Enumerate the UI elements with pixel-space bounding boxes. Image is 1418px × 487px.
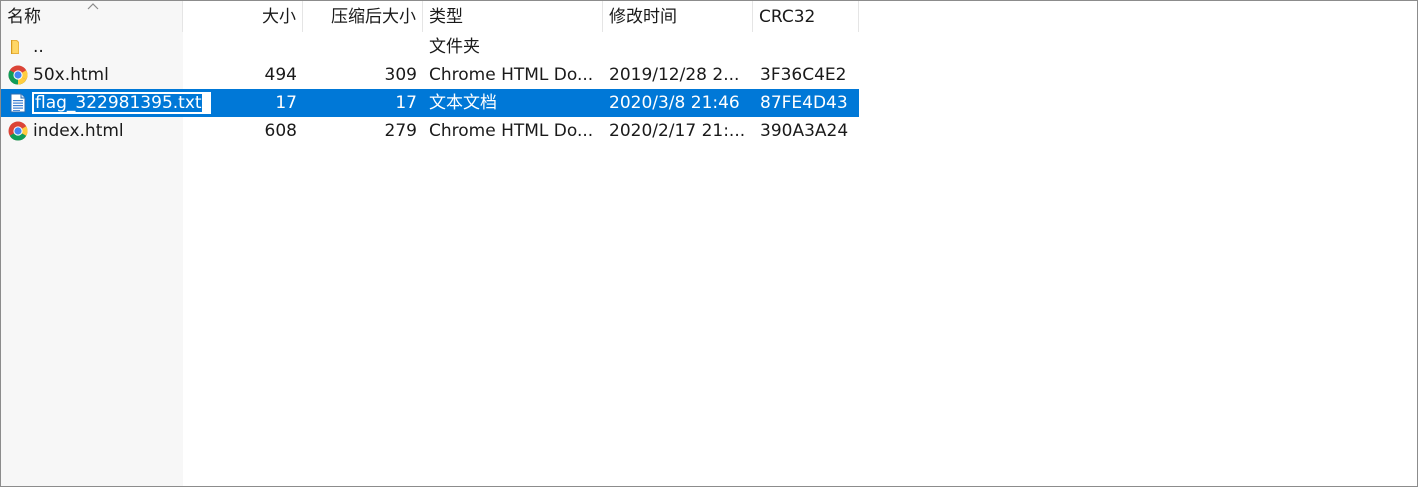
chrome-icon [8, 121, 28, 141]
file-name: index.html [33, 121, 124, 141]
column-header-crc32[interactable]: CRC32 [753, 1, 859, 32]
column-header-bar: 名称 大小 压缩后大小 类型 修改时间 CRC32 [1, 1, 859, 32]
file-type: 文件夹 [429, 37, 480, 57]
file-name: .. [33, 37, 44, 57]
file-size: 17 [275, 93, 297, 113]
file-packed-size: 279 [384, 121, 417, 141]
file-packed-size: 309 [384, 65, 417, 85]
file-name: 50x.html [33, 65, 109, 85]
column-header-name-label: 名称 [7, 7, 41, 27]
chrome-icon [8, 65, 28, 85]
file-size: 608 [264, 121, 297, 141]
column-header-packed-size-label: 压缩后大小 [331, 7, 416, 27]
column-header-modified[interactable]: 修改时间 [603, 1, 753, 32]
column-header-size-label: 大小 [262, 7, 296, 27]
file-modified: 2020/2/17 21:... [609, 121, 746, 141]
file-type: Chrome HTML Do... [429, 121, 594, 141]
rename-input-selected-text: flag_322981395.txt [34, 94, 202, 112]
column-header-type-label: 类型 [429, 7, 463, 27]
column-header-name[interactable]: 名称 [1, 1, 183, 32]
column-header-size[interactable]: 大小 [183, 1, 303, 32]
file-crc32: 87FE4D43 [760, 93, 848, 113]
file-size: 494 [264, 65, 297, 85]
file-list-view[interactable]: 名称 大小 压缩后大小 类型 修改时间 CRC32 .. 文件夹 50x.htm… [0, 0, 1418, 487]
file-type: 文本文档 [429, 93, 497, 113]
text-file-icon [10, 93, 26, 113]
file-modified: 2020/3/8 21:46 [609, 93, 740, 113]
file-row[interactable]: index.html 608 279 Chrome HTML Do... 202… [1, 117, 859, 145]
column-header-crc32-label: CRC32 [759, 7, 816, 27]
column-header-type[interactable]: 类型 [423, 1, 603, 32]
sort-ascending-icon [87, 3, 99, 10]
file-modified: 2019/12/28 2... [609, 65, 740, 85]
file-row-selected[interactable]: flag_322981395.txt 17 17 文本文档 2020/3/8 2… [1, 89, 859, 117]
file-packed-size: 17 [395, 93, 417, 113]
file-modified [609, 33, 751, 61]
file-row[interactable]: 50x.html 494 309 Chrome HTML Do... 2019/… [1, 61, 859, 89]
file-crc32: 390A3A24 [760, 121, 849, 141]
file-type: Chrome HTML Do... [429, 65, 594, 85]
column-header-packed-size[interactable]: 压缩后大小 [303, 1, 423, 32]
file-crc32 [760, 33, 858, 61]
folder-icon [11, 40, 19, 54]
file-row[interactable]: .. 文件夹 [1, 33, 859, 61]
file-crc32: 3F36C4E2 [760, 65, 847, 85]
column-header-modified-label: 修改时间 [609, 7, 677, 27]
file-size [183, 33, 297, 61]
file-packed-size [303, 33, 417, 61]
